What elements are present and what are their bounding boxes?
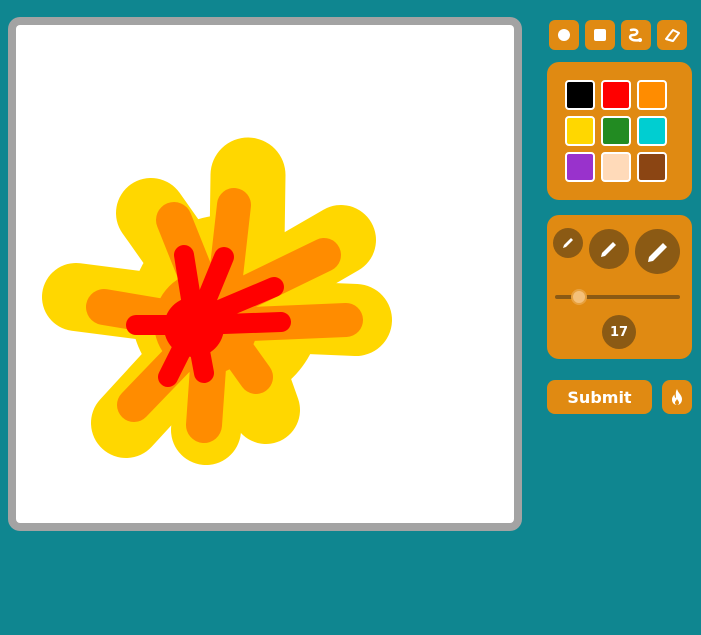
pencil-icon xyxy=(647,242,667,262)
color-swatch-purple[interactable] xyxy=(565,152,595,182)
curve-icon xyxy=(628,28,642,42)
fire-icon xyxy=(672,389,682,405)
brush-size-medium-button[interactable] xyxy=(589,229,629,269)
brush-size-large-button[interactable] xyxy=(635,229,680,274)
circle-icon xyxy=(558,29,570,41)
brush-size-small-button[interactable] xyxy=(553,228,583,258)
drawing-canvas[interactable] xyxy=(16,25,514,523)
brush-size-panel: 17 xyxy=(547,215,692,359)
brush-size-value: 17 xyxy=(602,315,636,349)
color-swatch-orange[interactable] xyxy=(637,80,667,110)
curve-tool-button[interactable] xyxy=(621,20,651,50)
color-swatch-red[interactable] xyxy=(601,80,631,110)
pencil-icon xyxy=(601,242,616,257)
eraser-icon xyxy=(665,29,680,42)
color-swatch-peach[interactable] xyxy=(601,152,631,182)
fire-button[interactable] xyxy=(662,380,692,414)
eraser-button[interactable] xyxy=(657,20,687,50)
color-swatch-black[interactable] xyxy=(565,80,595,110)
color-palette-panel xyxy=(547,62,692,200)
canvas-frame xyxy=(8,17,522,531)
circle-brush-button[interactable] xyxy=(549,20,579,50)
brush-size-slider-thumb[interactable] xyxy=(571,289,588,305)
drawing-strokes xyxy=(42,137,392,465)
color-swatch-green[interactable] xyxy=(601,116,631,146)
color-swatch-cyan[interactable] xyxy=(637,116,667,146)
color-swatch-yellow[interactable] xyxy=(565,116,595,146)
color-swatch-brown[interactable] xyxy=(637,152,667,182)
pencil-icon xyxy=(563,238,573,248)
square-icon xyxy=(594,29,606,41)
square-brush-button[interactable] xyxy=(585,20,615,50)
submit-button[interactable]: Submit xyxy=(547,380,652,414)
